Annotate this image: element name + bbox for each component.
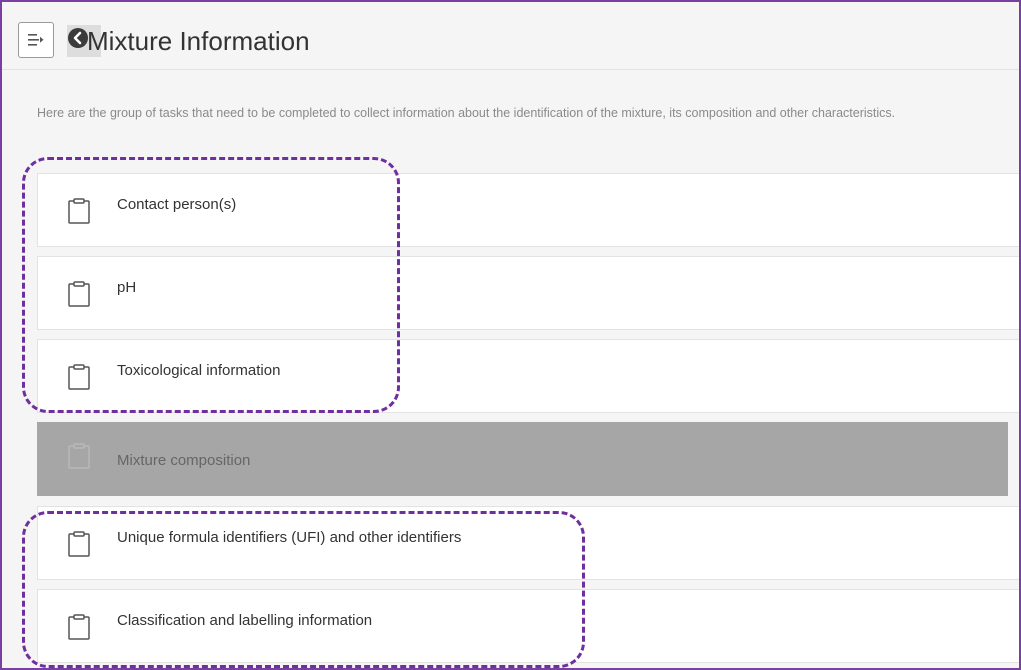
task-ph[interactable]: pH [37,256,1021,330]
clipboard-icon [68,614,90,640]
menu-collapse-icon [28,34,44,46]
chevron-left-circle-icon [68,28,88,48]
task-label: pH [117,279,137,296]
task-mixture-composition: Mixture composition [37,422,1008,496]
clipboard-icon [68,198,90,224]
clipboard-icon [68,531,90,557]
task-contact-persons[interactable]: Contact person(s) [37,173,1021,247]
task-label: Contact person(s) [117,196,237,213]
task-ufi-identifiers[interactable]: Unique formula identifiers (UFI) and oth… [37,506,1021,580]
page-title: Mixture Information [87,26,310,56]
task-label: Unique formula identifiers (UFI) and oth… [117,529,462,546]
task-toxicological-information[interactable]: Toxicological information [37,339,1021,413]
clipboard-icon [68,443,90,469]
task-label: Classification and labelling information [117,612,373,629]
clipboard-icon [68,281,90,307]
page-header: Mixture Information [2,2,1021,70]
intro-text: Here are the group of tasks that need to… [37,106,896,120]
task-classification-labelling[interactable]: Classification and labelling information [37,589,1021,663]
task-label: Mixture composition [117,452,251,469]
task-label: Toxicological information [117,362,281,379]
menu-toggle-button[interactable] [18,22,54,58]
clipboard-icon [68,364,90,390]
